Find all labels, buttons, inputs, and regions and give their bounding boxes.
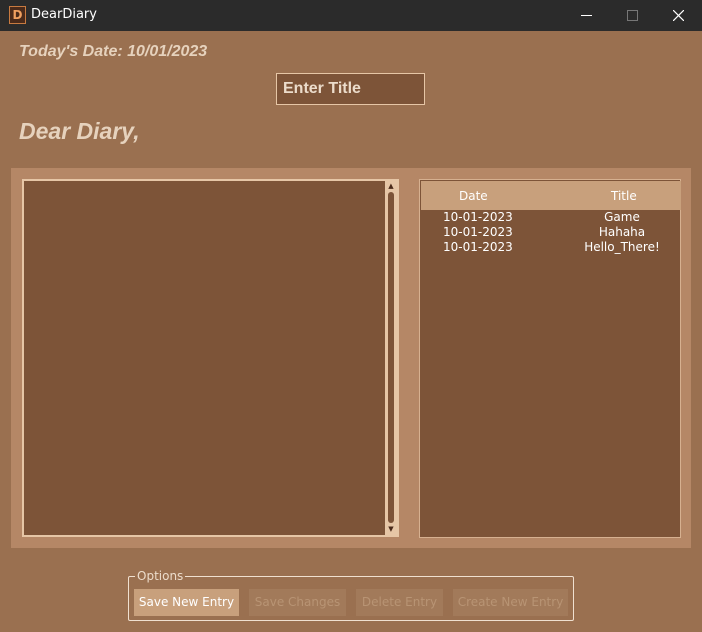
table-row[interactable]: 10-01-2023 Hello_There!: [421, 240, 681, 255]
column-header-date[interactable]: Date: [459, 189, 488, 203]
entry-title: Game: [604, 210, 640, 224]
title-bar[interactable]: D DearDiary: [0, 0, 702, 31]
entries-table[interactable]: Date Title 10-01-2023 Game 10-01-2023 Ha…: [419, 179, 681, 538]
entry-title-input[interactable]: [276, 73, 425, 105]
entry-title: Hahaha: [598, 225, 646, 239]
table-row[interactable]: 10-01-2023 Game: [421, 210, 681, 225]
entry-date: 10-01-2023: [443, 210, 513, 224]
diary-text-area[interactable]: [22, 179, 399, 537]
entry-date: 10-01-2023: [443, 225, 513, 239]
todays-date-label: Today's Date: 10/01/2023: [19, 43, 208, 60]
scroll-up-icon[interactable]: ▲: [385, 182, 397, 191]
close-button[interactable]: [655, 0, 701, 31]
minimize-icon: [580, 15, 592, 16]
table-row[interactable]: 10-01-2023 Hahaha: [421, 225, 681, 240]
scroll-thumb[interactable]: [388, 192, 394, 523]
text-scrollbar[interactable]: ▲ ▼: [385, 181, 397, 535]
minimize-button[interactable]: [563, 0, 609, 31]
close-icon: [672, 9, 684, 22]
entry-title: Hello_There!: [584, 240, 660, 254]
window-title: DearDiary: [31, 7, 97, 22]
entries-table-header: Date Title: [421, 181, 681, 210]
scroll-down-icon[interactable]: ▼: [385, 525, 397, 534]
greeting-label: Dear Diary,: [19, 118, 140, 144]
save-new-entry-button[interactable]: Save New Entry: [134, 589, 239, 616]
maximize-button[interactable]: [609, 0, 655, 31]
delete-entry-button[interactable]: Delete Entry: [356, 589, 443, 616]
create-new-entry-button[interactable]: Create New Entry: [453, 589, 568, 616]
maximize-icon: [626, 10, 638, 21]
save-changes-button[interactable]: Save Changes: [249, 589, 346, 616]
options-group-label: Options: [135, 569, 186, 583]
app-icon: D: [9, 6, 26, 24]
entry-date: 10-01-2023: [443, 240, 513, 254]
column-header-title[interactable]: Title: [611, 189, 637, 203]
